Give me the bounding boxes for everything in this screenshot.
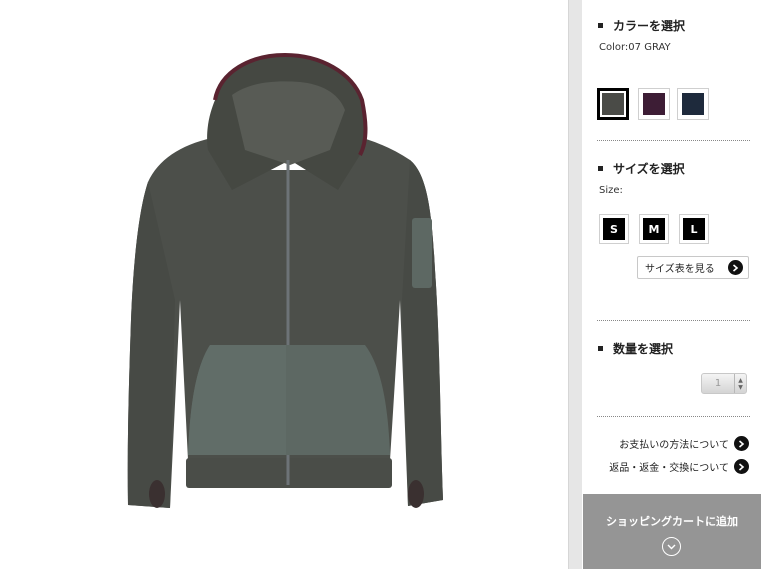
quantity-select[interactable]: 1 ▲ ▼ bbox=[701, 373, 747, 394]
size-chart-button[interactable]: サイズ表を見る bbox=[637, 256, 749, 279]
bullet-icon bbox=[598, 166, 603, 171]
quantity-heading-text: 数量を選択 bbox=[613, 342, 674, 356]
size-chart-label: サイズ表を見る bbox=[645, 264, 715, 275]
divider bbox=[597, 140, 750, 141]
color-swatch-wine[interactable] bbox=[638, 88, 670, 120]
chevron-right-icon bbox=[734, 459, 749, 474]
size-button-s[interactable]: S bbox=[599, 214, 629, 244]
size-label: Size: bbox=[599, 185, 623, 196]
payment-info-link[interactable]: お支払いの方法について bbox=[619, 436, 749, 451]
chevron-down-icon bbox=[662, 537, 681, 556]
hoodie-illustration bbox=[127, 52, 444, 508]
chevron-right-icon bbox=[734, 436, 749, 451]
divider bbox=[597, 320, 750, 321]
size-button-label: L bbox=[683, 218, 705, 240]
quantity-section-heading: 数量を選択 bbox=[598, 340, 673, 357]
color-swatch-navy[interactable] bbox=[677, 88, 709, 120]
size-button-label: S bbox=[603, 218, 625, 240]
swatch-fill bbox=[682, 93, 704, 115]
swatch-fill bbox=[602, 93, 624, 115]
payment-info-label: お支払いの方法について bbox=[619, 440, 729, 451]
returns-info-link[interactable]: 返品・返金・交換について bbox=[609, 459, 749, 474]
chevron-right-icon bbox=[728, 260, 743, 275]
color-section-heading: カラーを選択 bbox=[598, 17, 685, 34]
add-to-cart-button[interactable]: ショッピングカートに追加 bbox=[583, 494, 761, 569]
spin-down-icon: ▼ bbox=[738, 383, 743, 391]
divider bbox=[597, 416, 750, 417]
add-to-cart-label: ショッピングカートに追加 bbox=[606, 515, 738, 528]
bullet-icon bbox=[598, 23, 603, 28]
color-swatch-gray[interactable] bbox=[597, 88, 629, 120]
returns-info-label: 返品・返金・交換について bbox=[609, 463, 729, 474]
color-heading-text: カラーを選択 bbox=[613, 19, 686, 33]
size-button-m[interactable]: M bbox=[639, 214, 669, 244]
quantity-value: 1 bbox=[714, 378, 722, 389]
size-heading-text: サイズを選択 bbox=[613, 162, 685, 176]
scrollbar[interactable] bbox=[568, 0, 582, 569]
size-button-label: M bbox=[643, 218, 665, 240]
swatch-fill bbox=[643, 93, 665, 115]
size-button-l[interactable]: L bbox=[679, 214, 709, 244]
current-color-label: Color:07 GRAY bbox=[599, 42, 671, 53]
spin-up-icon: ▲ bbox=[738, 376, 743, 384]
purchase-panel: カラーを選択 Color:07 GRAY サイズを選択 Size: S M L … bbox=[583, 0, 761, 569]
size-section-heading: サイズを選択 bbox=[598, 160, 685, 177]
product-image bbox=[0, 0, 568, 569]
bullet-icon bbox=[598, 346, 603, 351]
spinner-arrows-icon[interactable]: ▲ ▼ bbox=[734, 374, 746, 393]
